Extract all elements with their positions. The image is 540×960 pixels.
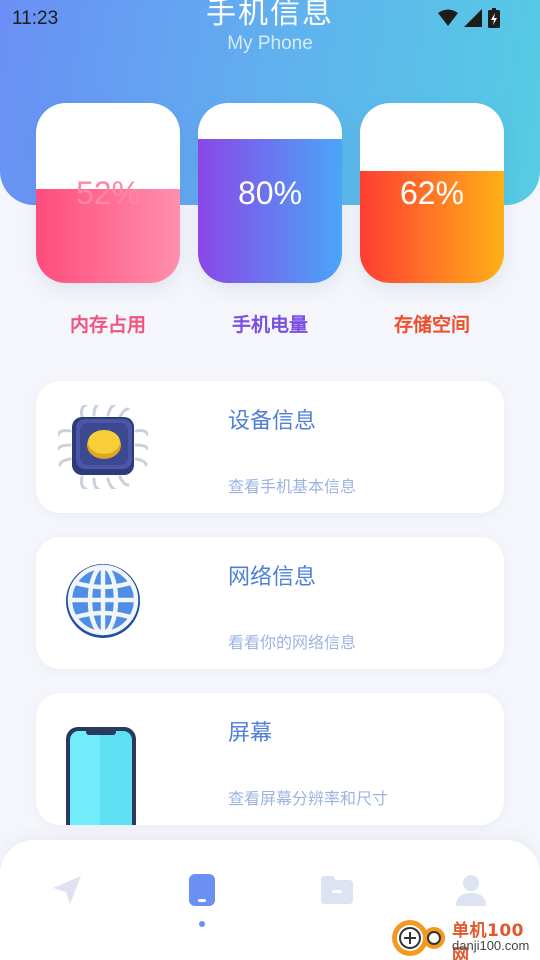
screen-info-card[interactable]: 屏幕 查看屏幕分辨率和尺寸 xyxy=(36,693,504,825)
nav-tab-phone[interactable] xyxy=(182,870,222,910)
screen-info-title: 屏幕 xyxy=(228,721,273,746)
device-info-card[interactable]: 设备信息 查看手机基本信息 xyxy=(36,381,504,513)
storage-space-value: 62% xyxy=(399,175,465,211)
globe-icon xyxy=(66,564,140,638)
network-info-desc: 看看你的网络信息 xyxy=(228,633,357,652)
phone-screen-icon xyxy=(66,727,136,825)
battery-level-value: 80% xyxy=(237,175,303,211)
phone-icon xyxy=(189,874,215,906)
danji100-logo-icon xyxy=(392,920,445,956)
user-icon xyxy=(456,875,486,906)
memory-usage-value: 52% xyxy=(75,175,141,211)
page-subtitle: My Phone xyxy=(227,33,313,54)
network-info-card[interactable]: 网络信息 看看你的网络信息 xyxy=(36,537,504,669)
folder-icon xyxy=(321,876,353,904)
nav-tab-navigate[interactable] xyxy=(47,870,87,910)
memory-usage-label: 内存占用 xyxy=(69,314,146,336)
nav-tab-profile[interactable] xyxy=(451,870,491,910)
watermark: 单机100网 danji100.com xyxy=(390,914,540,960)
screen-info-desc: 查看屏幕分辨率和尺寸 xyxy=(228,789,389,808)
network-info-title: 网络信息 xyxy=(228,565,317,590)
device-info-desc: 查看手机基本信息 xyxy=(228,477,357,496)
nav-tab-files[interactable] xyxy=(317,870,357,910)
battery-level-gauge[interactable]: 80% xyxy=(198,103,342,283)
chip-icon xyxy=(58,405,148,489)
storage-space-label: 存储空间 xyxy=(393,314,470,336)
battery-level-label: 手机电量 xyxy=(231,314,308,336)
page-title: 手机信息 xyxy=(206,0,334,31)
device-info-title: 设备信息 xyxy=(228,409,317,434)
storage-space-gauge[interactable]: 62% xyxy=(360,103,504,283)
watermark-url: danji100.com xyxy=(452,938,530,953)
navigate-icon xyxy=(53,876,81,904)
active-tab-indicator xyxy=(199,921,205,927)
memory-usage-gauge[interactable]: 52% xyxy=(36,103,180,283)
